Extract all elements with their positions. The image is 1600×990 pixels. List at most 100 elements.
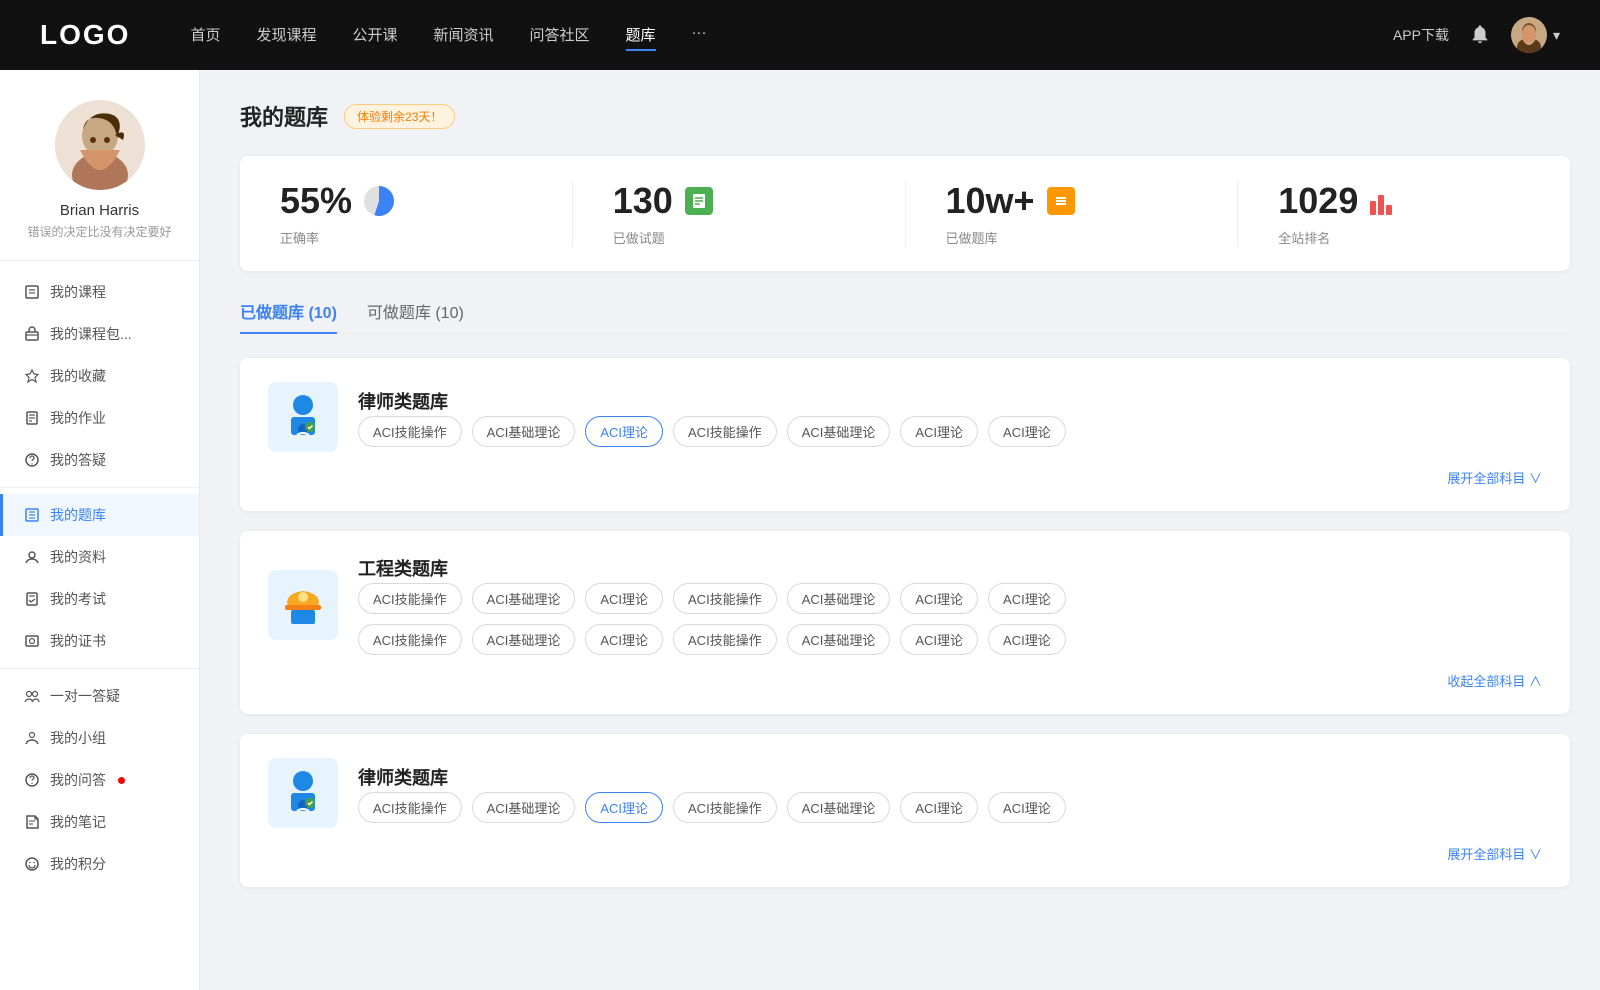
avatar xyxy=(1511,17,1547,53)
doc-icon xyxy=(685,187,713,215)
sidebar-item-我的作业[interactable]: 我的作业 xyxy=(0,397,199,439)
bank-expand-button[interactable]: 展开全部科目 ∨ xyxy=(268,844,1542,863)
bank-tag[interactable]: ACI技能操作 xyxy=(358,624,462,655)
stat-value-row: 130 xyxy=(613,180,713,222)
sidebar-item-label: 一对一答疑 xyxy=(50,686,120,706)
sidebar-item-label: 我的作业 xyxy=(50,408,106,428)
header-right: APP下载 ▾ xyxy=(1393,17,1560,53)
sidebar-item-label: 我的资料 xyxy=(50,547,106,567)
stat-value: 10w+ xyxy=(946,180,1035,222)
oneonone-icon xyxy=(24,688,40,704)
sidebar-item-我的小组[interactable]: 我的小组 xyxy=(0,717,199,759)
sidebar-item-我的问答[interactable]: 我的问答 xyxy=(0,759,199,801)
bank-tag[interactable]: ACI基础理论 xyxy=(787,416,891,447)
material-icon xyxy=(24,549,40,565)
sidebar-item-label: 我的课程 xyxy=(50,282,106,302)
bank-tag[interactable]: ACI理论 xyxy=(585,792,663,823)
sidebar-item-我的题库[interactable]: 我的题库 xyxy=(0,494,199,536)
package-icon xyxy=(24,326,40,342)
bank-tag[interactable]: ACI理论 xyxy=(900,416,978,447)
sidebar-item-label: 我的问答 xyxy=(50,770,106,790)
sidebar-item-我的课程包...[interactable]: 我的课程包... xyxy=(0,313,199,355)
bank-card-body: 工程类题库 ACI技能操作 ACI基础理论 ACI理论 ACI技能操作 ACI基… xyxy=(358,555,1542,655)
tab-可做题库 (10)[interactable]: 可做题库 (10) xyxy=(367,299,464,333)
nav-item-新闻资讯[interactable]: 新闻资讯 xyxy=(434,20,494,51)
bank-tag[interactable]: ACI理论 xyxy=(585,624,663,655)
pie-chart-icon xyxy=(364,186,394,216)
score-icon xyxy=(24,856,40,872)
bank-tag[interactable]: ACI技能操作 xyxy=(673,583,777,614)
stat-label: 全站排名 xyxy=(1278,228,1330,247)
tabs-row: 已做题库 (10) 可做题库 (10) xyxy=(240,299,1570,334)
tab-已做题库 (10)[interactable]: 已做题库 (10) xyxy=(240,299,337,333)
star-icon xyxy=(24,368,40,384)
bank-tag[interactable]: ACI理论 xyxy=(988,792,1066,823)
nav-item-首页[interactable]: 首页 xyxy=(190,20,220,51)
stat-label: 正确率 xyxy=(280,228,319,247)
sidebar-item-我的答疑[interactable]: 我的答疑 xyxy=(0,439,199,481)
sidebar-item-我的课程[interactable]: 我的课程 xyxy=(0,271,199,313)
bank-tag[interactable]: ACI技能操作 xyxy=(673,792,777,823)
app-download-button[interactable]: APP下载 xyxy=(1393,25,1449,45)
bank-tag[interactable]: ACI理论 xyxy=(585,416,663,447)
page-wrap: Brian Harris 错误的决定比没有决定要好 我的课程 我的课程包... … xyxy=(0,70,1600,990)
trial-badge: 体验剩余23天！ xyxy=(344,104,455,129)
stat-value: 1029 xyxy=(1278,180,1358,222)
nav-item-公开课[interactable]: 公开课 xyxy=(352,20,397,51)
nav-item-问答社区[interactable]: 问答社区 xyxy=(530,20,590,51)
bank-tag[interactable]: ACI技能操作 xyxy=(358,583,462,614)
stat-label: 已做试题 xyxy=(613,228,665,247)
main-content: 我的题库 体验剩余23天！ 55% 正确率 130 已做试题 10w+ 已做题库… xyxy=(200,70,1600,990)
user-avatar-menu[interactable]: ▾ xyxy=(1511,17,1560,53)
bank-tag[interactable]: ACI技能操作 xyxy=(358,416,462,447)
bank-tag[interactable]: ACI技能操作 xyxy=(673,416,777,447)
bank-tag[interactable]: ACI基础理论 xyxy=(787,624,891,655)
sidebar-item-我的证书[interactable]: 我的证书 xyxy=(0,620,199,662)
header: LOGO 首页 发现课程 公开课 新闻资讯 问答社区 题库 ··· APP下载 ▾ xyxy=(0,0,1600,70)
stats-row: 55% 正确率 130 已做试题 10w+ 已做题库 1029 全站排名 xyxy=(240,156,1570,271)
bank-tag[interactable]: ACI理论 xyxy=(988,624,1066,655)
bank-tag[interactable]: ACI理论 xyxy=(988,583,1066,614)
profile-motto: 错误的决定比没有决定要好 xyxy=(17,223,181,240)
stat-value-row: 1029 xyxy=(1278,180,1398,222)
bank-tag[interactable]: ACI基础理论 xyxy=(472,624,576,655)
bank-tag[interactable]: ACI基础理论 xyxy=(472,416,576,447)
sidebar-item-我的积分[interactable]: 我的积分 xyxy=(0,843,199,885)
bank-tag[interactable]: ACI基础理论 xyxy=(787,583,891,614)
nav-item-···[interactable]: ··· xyxy=(692,20,707,51)
bank-tag[interactable]: ACI理论 xyxy=(900,624,978,655)
bank-tag[interactable]: ACI理论 xyxy=(900,583,978,614)
sidebar-item-label: 我的考试 xyxy=(50,589,106,609)
profile-avatar xyxy=(55,100,145,190)
bank-card-律师类题库: 律师类题库 ACI技能操作 ACI基础理论 ACI理论 ACI技能操作 ACI基… xyxy=(240,734,1570,887)
bank-name: 工程类题库 xyxy=(358,555,1542,581)
bank-icon xyxy=(268,758,338,828)
bank-expand-button[interactable]: 展开全部科目 ∨ xyxy=(268,468,1542,487)
nav-item-题库[interactable]: 题库 xyxy=(626,20,656,51)
bank-tag[interactable]: ACI技能操作 xyxy=(673,624,777,655)
stat-item-已做题库: 10w+ 已做题库 xyxy=(906,180,1239,247)
bank-tag[interactable]: ACI基础理论 xyxy=(472,583,576,614)
bank-tag[interactable]: ACI基础理论 xyxy=(472,792,576,823)
sidebar-item-一对一答疑[interactable]: 一对一答疑 xyxy=(0,675,199,717)
stat-label: 已做题库 xyxy=(946,228,998,247)
stat-value: 55% xyxy=(280,180,352,222)
bank-tags: ACI技能操作 ACI基础理论 ACI理论 ACI技能操作 ACI基础理论 AC… xyxy=(358,416,1542,447)
group-icon xyxy=(24,730,40,746)
bank-tag[interactable]: ACI基础理论 xyxy=(787,792,891,823)
sidebar-item-label: 我的笔记 xyxy=(50,812,106,832)
bank-tag[interactable]: ACI理论 xyxy=(585,583,663,614)
bank-icon xyxy=(268,570,338,640)
sidebar-item-我的资料[interactable]: 我的资料 xyxy=(0,536,199,578)
notification-icon[interactable] xyxy=(1469,23,1491,48)
bank-tag[interactable]: ACI理论 xyxy=(900,792,978,823)
logo[interactable]: LOGO xyxy=(40,19,130,51)
bank-tag[interactable]: ACI理论 xyxy=(988,416,1066,447)
sidebar-item-我的收藏[interactable]: 我的收藏 xyxy=(0,355,199,397)
bank-expand-button[interactable]: 收起全部科目 ∧ xyxy=(268,671,1542,690)
sidebar-item-我的考试[interactable]: 我的考试 xyxy=(0,578,199,620)
sidebar-item-我的笔记[interactable]: 我的笔记 xyxy=(0,801,199,843)
bank-tag[interactable]: ACI技能操作 xyxy=(358,792,462,823)
sidebar-item-label: 我的证书 xyxy=(50,631,106,651)
nav-item-发现课程[interactable]: 发现课程 xyxy=(256,20,316,51)
